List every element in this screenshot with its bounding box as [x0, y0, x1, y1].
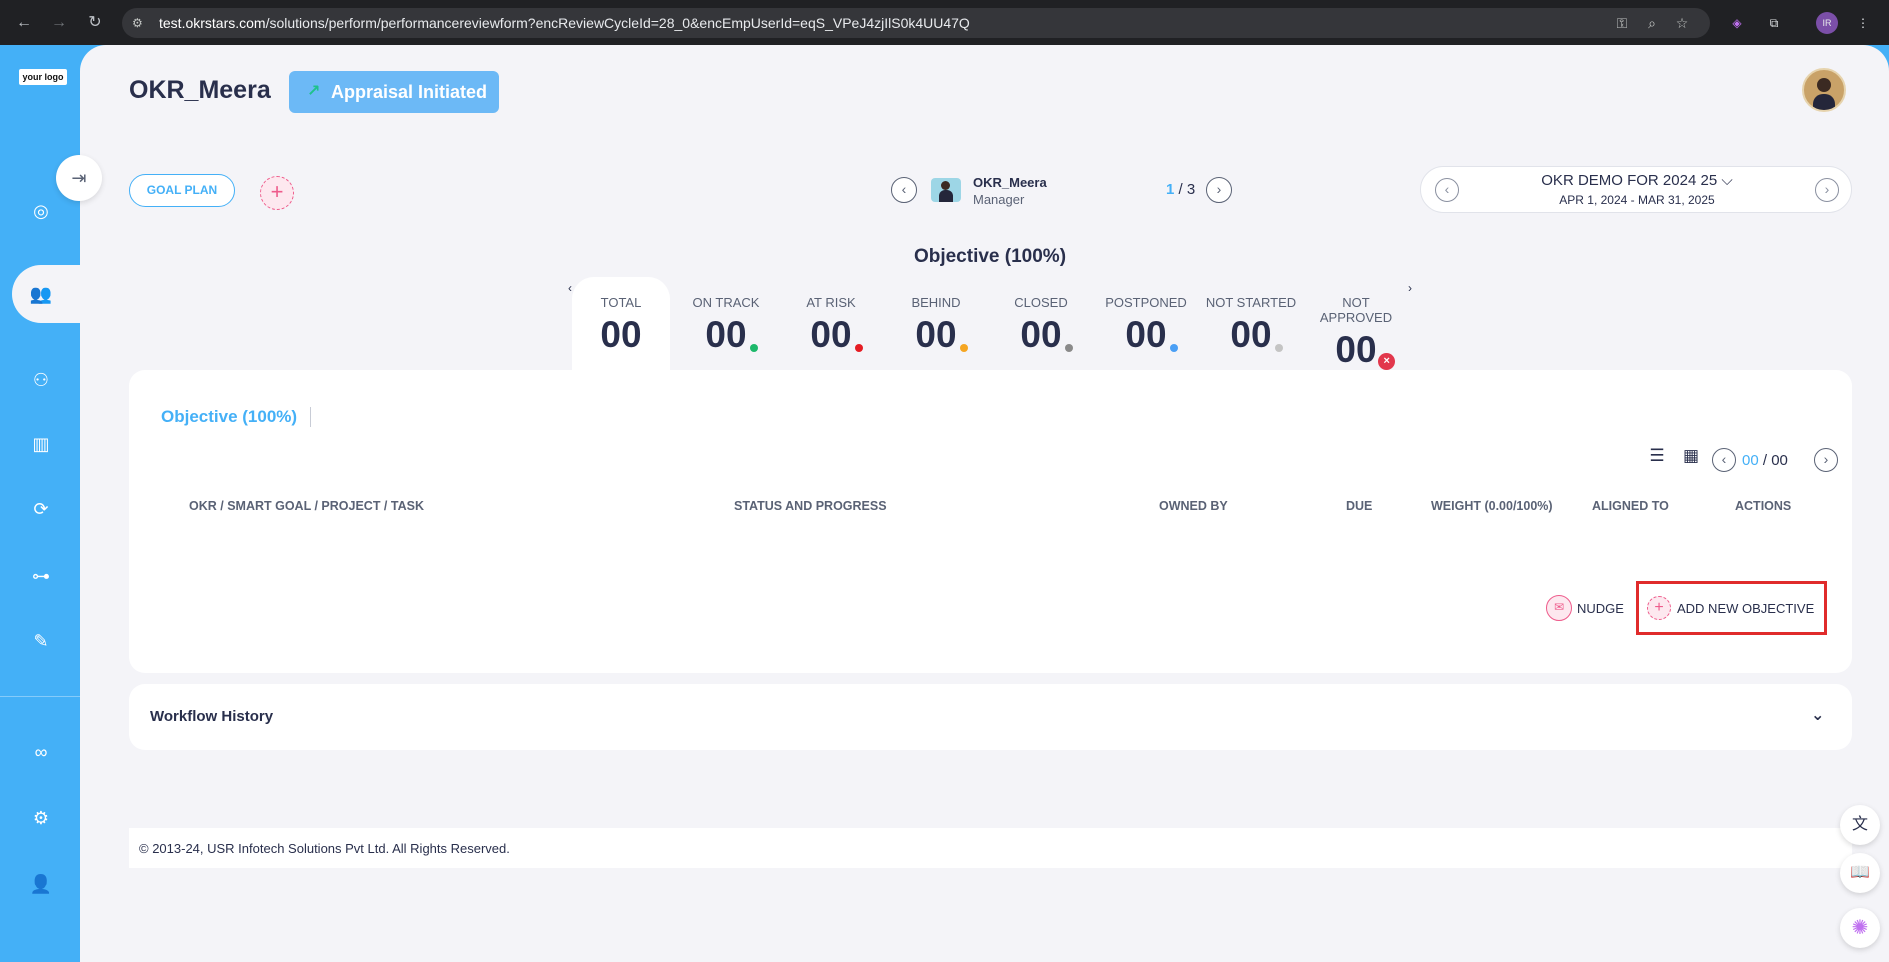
- employee-pager: 1 / 3: [1166, 181, 1196, 198]
- zoom-icon[interactable]: ⌕: [1643, 14, 1661, 32]
- hierarchy-icon[interactable]: ⊶: [28, 563, 54, 589]
- translate-icon[interactable]: 文: [1840, 805, 1880, 845]
- column-header-owned-by[interactable]: OWNED BY: [1159, 499, 1228, 513]
- report-icon[interactable]: ✎: [28, 628, 54, 654]
- objective-pager: 00 / 00: [1742, 452, 1788, 469]
- site-settings-icon[interactable]: ⚙: [132, 15, 148, 31]
- copyright-text: © 2013-24, USR Infotech Solutions Pvt Lt…: [139, 841, 510, 856]
- trend-arrow-icon: ↗: [307, 83, 321, 100]
- add-new-objective-button[interactable]: + ADD NEW OBJECTIVE: [1636, 581, 1827, 635]
- browser-toolbar: ← → ↻ ⚙ test.okrstars.com/solutions/perf…: [0, 0, 1889, 45]
- status-dot: [1275, 344, 1283, 352]
- next-employee-button[interactable]: ›: [1206, 177, 1232, 203]
- stat-behind[interactable]: BEHIND 00: [886, 295, 986, 356]
- extension-icon[interactable]: ◈: [1726, 12, 1748, 34]
- feedback-360-icon[interactable]: ⟳: [28, 496, 54, 522]
- not-approved-icon: ×: [1378, 353, 1395, 370]
- extensions-puzzle-icon[interactable]: ⧉: [1763, 12, 1785, 34]
- next-page-button[interactable]: ›: [1814, 448, 1838, 472]
- summary-heading: Objective (100%): [913, 246, 1067, 267]
- status-badge[interactable]: ↗ Appraisal Initiated: [289, 71, 499, 113]
- status-dot: [960, 344, 968, 352]
- workflow-history-panel[interactable]: Workflow History ⌄: [129, 684, 1852, 750]
- book-icon[interactable]: ▥: [28, 431, 54, 457]
- list-view-icon[interactable]: ☰: [1647, 446, 1667, 466]
- ai-assistant-icon[interactable]: ✺: [1840, 908, 1880, 948]
- cycle-dates: APR 1, 2024 - MAR 31, 2025: [1559, 193, 1715, 207]
- column-header-due[interactable]: DUE: [1346, 499, 1372, 513]
- sidebar-collapse-button[interactable]: ⇥: [56, 155, 102, 201]
- address-bar[interactable]: ⚙ test.okrstars.com/solutions/perform/pe…: [122, 8, 1710, 38]
- stat-postponed[interactable]: POSTPONED 00: [1096, 295, 1196, 356]
- settings-icon[interactable]: ⚙: [28, 805, 54, 831]
- column-header-okr[interactable]: OKR / SMART GOAL / PROJECT / TASK: [189, 499, 424, 513]
- tab-divider: [310, 407, 311, 427]
- stat-not-approved[interactable]: NOT APPROVED 00 ×: [1306, 295, 1406, 371]
- stat-closed[interactable]: CLOSED 00: [991, 295, 1091, 356]
- column-header-aligned-to[interactable]: ALIGNED TO: [1592, 499, 1669, 513]
- scroll-right-icon[interactable]: ›: [1408, 281, 1412, 295]
- next-cycle-button[interactable]: ›: [1815, 178, 1839, 202]
- chevron-down-icon: ⌵: [1721, 172, 1733, 189]
- url-path: /solutions/perform/performancereviewform…: [265, 15, 970, 31]
- add-icon[interactable]: +: [260, 176, 294, 210]
- status-label: Appraisal Initiated: [331, 82, 488, 102]
- add-new-objective-label: ADD NEW OBJECTIVE: [1677, 601, 1815, 616]
- envelope-icon[interactable]: ✉: [1546, 595, 1572, 621]
- page-title: OKR_Meera: [129, 76, 271, 104]
- employee-role: Manager: [973, 192, 1025, 207]
- profile-avatar[interactable]: IR: [1816, 12, 1838, 34]
- stat-on-track[interactable]: ON TRACK 00: [676, 295, 776, 356]
- bookmark-star-icon[interactable]: ☆: [1673, 14, 1691, 32]
- status-dot: [855, 344, 863, 352]
- team-icon: 👥: [29, 284, 53, 304]
- status-dot: [1170, 344, 1178, 352]
- prev-page-button[interactable]: ‹: [1712, 448, 1736, 472]
- url-host: test.okrstars.com: [159, 15, 266, 31]
- url-text[interactable]: test.okrstars.com/solutions/perform/perf…: [159, 15, 970, 31]
- column-header-weight[interactable]: WEIGHT (0.00/100%): [1431, 499, 1553, 513]
- prev-employee-button[interactable]: ‹: [891, 177, 917, 203]
- stat-at-risk[interactable]: AT RISK 00: [781, 295, 881, 356]
- tab-objective[interactable]: Objective (100%): [161, 407, 297, 427]
- scroll-left-icon[interactable]: ‹: [568, 281, 572, 295]
- glasses-icon[interactable]: ∞: [28, 739, 54, 765]
- stat-not-started[interactable]: NOT STARTED 00: [1201, 295, 1301, 356]
- column-header-status[interactable]: STATUS AND PROGRESS: [734, 499, 887, 513]
- user-icon[interactable]: 👤: [28, 871, 54, 897]
- reload-icon[interactable]: ↻: [83, 11, 107, 35]
- review-cycle-selector[interactable]: ‹ OKR DEMO FOR 2024 25 ⌵ APR 1, 2024 - M…: [1420, 166, 1852, 213]
- target-icon[interactable]: ◎: [28, 198, 54, 224]
- browser-menu-icon[interactable]: ⋮: [1852, 12, 1874, 34]
- people-icon[interactable]: ⚇: [28, 367, 54, 393]
- employee-avatar: [931, 178, 961, 202]
- user-avatar[interactable]: [1802, 68, 1846, 112]
- nudge-button[interactable]: NUDGE: [1577, 601, 1624, 616]
- stat-total[interactable]: TOTAL 00: [571, 295, 671, 356]
- plus-icon: +: [1647, 596, 1671, 620]
- company-logo[interactable]: your logo: [19, 69, 67, 85]
- workflow-history-label: Workflow History: [150, 708, 274, 725]
- objectives-card: Objective (100%) ☰ ▦ ‹ 00 / 00 › OKR / S…: [129, 370, 1852, 673]
- employee-name: OKR_Meera: [973, 175, 1047, 190]
- chevron-down-icon[interactable]: ⌄: [1811, 705, 1824, 725]
- guide-book-icon[interactable]: 📖: [1840, 853, 1880, 893]
- footer: © 2013-24, USR Infotech Solutions Pvt Lt…: [129, 828, 1852, 868]
- password-key-icon[interactable]: ⚿: [1613, 14, 1631, 32]
- back-icon[interactable]: ←: [12, 11, 36, 35]
- grid-view-icon[interactable]: ▦: [1681, 446, 1701, 466]
- forward-icon[interactable]: →: [47, 11, 71, 35]
- status-dot: [1065, 344, 1073, 352]
- goal-plan-button[interactable]: GOAL PLAN: [129, 174, 235, 207]
- status-dot: [750, 344, 758, 352]
- column-header-actions: ACTIONS: [1735, 499, 1792, 513]
- cycle-name[interactable]: OKR DEMO FOR 2024 25 ⌵: [1421, 172, 1853, 189]
- sidebar-item-team[interactable]: 👥: [12, 265, 80, 323]
- sidebar-divider: [0, 696, 80, 697]
